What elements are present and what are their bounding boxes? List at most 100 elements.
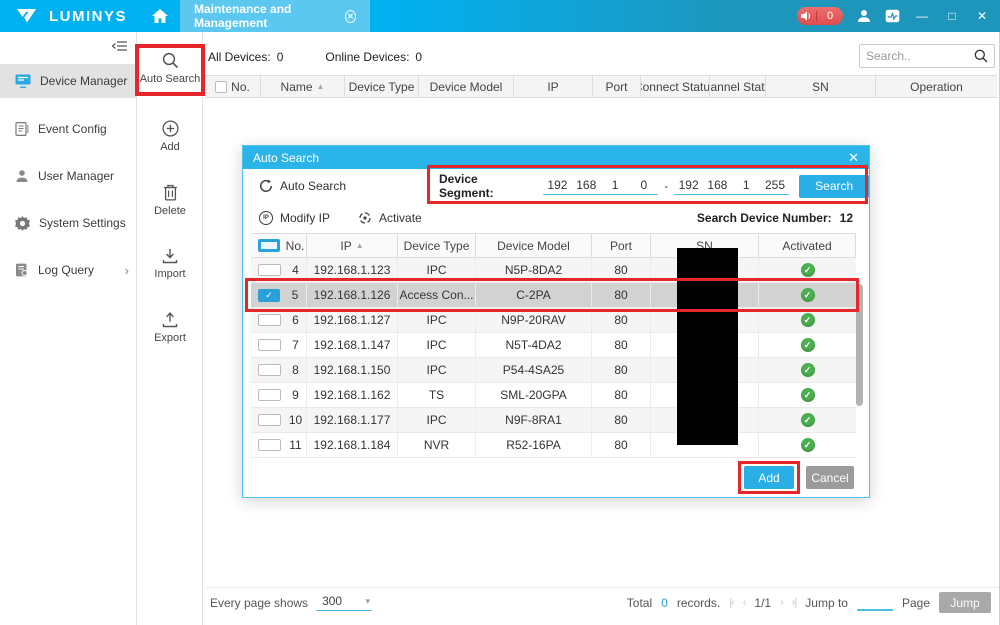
title-bar: LUMINYS Maintenance and Management ✕ 0 [0,0,1000,32]
segment-to-octet-4[interactable]: 255 [761,178,790,195]
segment-from-octet-2[interactable]: 168 [572,178,601,195]
sn-redaction-overlay [677,248,738,445]
online-devices-value: 0 [415,50,422,64]
add-device-button[interactable]: Add [137,120,203,153]
sidebar-item-system-settings[interactable]: System Settings [0,206,137,240]
row-checkbox-checked[interactable]: ✓ [258,289,280,302]
first-page-icon[interactable]: |‹ [729,597,734,609]
page-size-select[interactable]: 300 ▾ [316,594,372,611]
dialog-close-icon[interactable]: ✕ [848,150,859,166]
row-checkbox[interactable] [258,264,281,276]
dialog-title: Auto Search [253,151,319,165]
row-checkbox[interactable] [258,414,281,426]
sidebar-item-device-manager[interactable]: Device Manager [0,64,137,98]
export-button[interactable]: Export [137,312,203,344]
result-row-selected[interactable]: ✓5 192.168.1.126 Access Con... C-2PA 80 … [251,283,856,308]
sidebar-item-label: Event Config [38,122,107,136]
brand-name: LUMINYS [49,8,127,25]
result-row[interactable]: 8 192.168.1.150 IPC P54-4SA25 80 ✓ [251,358,856,383]
segment-to-octet-1[interactable]: 192 [674,178,703,195]
activated-check-icon: ✓ [801,263,815,277]
result-row[interactable]: 7 192.168.1.147 IPC N5T-4DA2 80 ✓ [251,333,856,358]
segment-from-octet-4[interactable]: 0 [629,178,658,195]
select-all-checkbox[interactable] [215,81,227,93]
user-account-icon[interactable] [857,9,871,23]
add-icon [162,120,179,137]
home-button[interactable] [140,0,180,32]
system-status-icon[interactable] [885,9,900,23]
search-input[interactable] [866,49,974,63]
device-segment-row: Device Segment: 192 168 1 0 - 192 168 1 … [439,175,869,197]
auto-search-section[interactable]: Auto Search [259,176,346,196]
col-device-model: Device Model [476,234,592,257]
sort-asc-icon: ▲ [356,241,364,250]
tab-maintenance-and-management[interactable]: Maintenance and Management ✕ [180,0,370,32]
tool-label: Delete [154,205,186,217]
result-row[interactable]: 11 192.168.1.184 NVR R52-16PA 80 ✓ [251,433,856,458]
segment-from-octet-1[interactable]: 192 [543,178,572,195]
tab-close-icon[interactable]: ✕ [345,10,356,23]
column-device-type: Device Type [345,76,419,97]
row-checkbox[interactable] [258,339,281,351]
next-page-icon[interactable]: › [780,597,783,609]
notification-badge[interactable]: 0 [797,7,843,25]
tool-label: Import [154,268,185,280]
segment-dash: - [664,179,668,193]
column-name[interactable]: Name ▲ [261,76,345,97]
records-label: records. [677,596,720,610]
minimize-button[interactable]: — [914,9,930,23]
row-checkbox[interactable] [258,389,281,401]
col-ip[interactable]: IP ▲ [307,234,398,257]
activate-target-icon [358,211,372,225]
sidebar-item-log-query[interactable]: Log Query › [0,253,137,287]
sidebar-collapse-icon[interactable] [112,40,128,55]
sidebar-item-label: System Settings [39,216,126,230]
search-icon[interactable] [974,49,988,63]
device-toolbar: Auto Search Add Delete Import [137,32,203,625]
column-ip: IP [514,76,593,97]
pagination-bar: Every page shows 300 ▾ Total 0 records. … [205,587,999,617]
last-page-icon[interactable]: ›| [792,597,797,609]
all-devices-label: All Devices: [208,50,271,64]
device-manager-icon [15,74,31,88]
home-icon [152,9,168,23]
select-all-results-checkbox[interactable] [258,239,280,252]
brand-logo: LUMINYS [0,8,140,25]
result-row[interactable]: 10 192.168.1.177 IPC N9F-8RA1 80 ✓ [251,408,856,433]
dialog-table-scrollbar[interactable] [856,284,863,406]
dialog-add-button[interactable]: Add [744,466,794,489]
row-checkbox[interactable] [258,364,281,376]
sidebar: Device Manager Event Config User Manager… [0,32,137,625]
maximize-button[interactable]: □ [944,9,960,23]
close-button[interactable]: ✕ [974,9,990,23]
result-row[interactable]: 9 192.168.1.162 TS SML-20GPA 80 ✓ [251,383,856,408]
jump-button[interactable]: Jump [939,592,991,613]
dialog-cancel-button[interactable]: Cancel [806,466,854,489]
sort-asc-icon: ▲ [317,82,325,91]
import-button[interactable]: Import [137,248,203,280]
segment-to-octet-3[interactable]: 1 [732,178,761,195]
result-row[interactable]: 6 192.168.1.127 IPC N9P-20RAV 80 ✓ [251,308,856,333]
modify-ip-icon: IP [259,211,273,225]
activate-button[interactable]: Activate [358,211,422,225]
prev-page-icon[interactable]: ‹ [743,597,746,609]
result-row[interactable]: 4 192.168.1.123 IPC N5P-8DA2 80 ✓ [251,258,856,283]
segment-search-button[interactable]: Search [799,175,869,198]
modify-ip-button[interactable]: IP Modify IP [259,211,330,225]
column-channel-status: hannel Statu [710,76,766,97]
row-checkbox[interactable] [258,314,281,326]
activated-check-icon: ✓ [801,313,815,327]
segment-to-octet-2[interactable]: 168 [703,178,732,195]
sidebar-item-event-config[interactable]: Event Config [0,112,137,146]
sidebar-item-user-manager[interactable]: User Manager [0,159,137,193]
event-config-icon [15,122,29,136]
delete-device-button[interactable]: Delete [137,184,203,217]
log-query-icon [15,263,29,277]
segment-from-octet-3[interactable]: 1 [601,178,630,195]
row-checkbox[interactable] [258,439,281,451]
column-operation: Operation [876,76,997,97]
gear-icon [15,216,30,231]
speaker-icon [797,11,817,21]
jump-page-input[interactable] [857,595,893,611]
auto-search-button[interactable]: Auto Search [137,52,203,85]
